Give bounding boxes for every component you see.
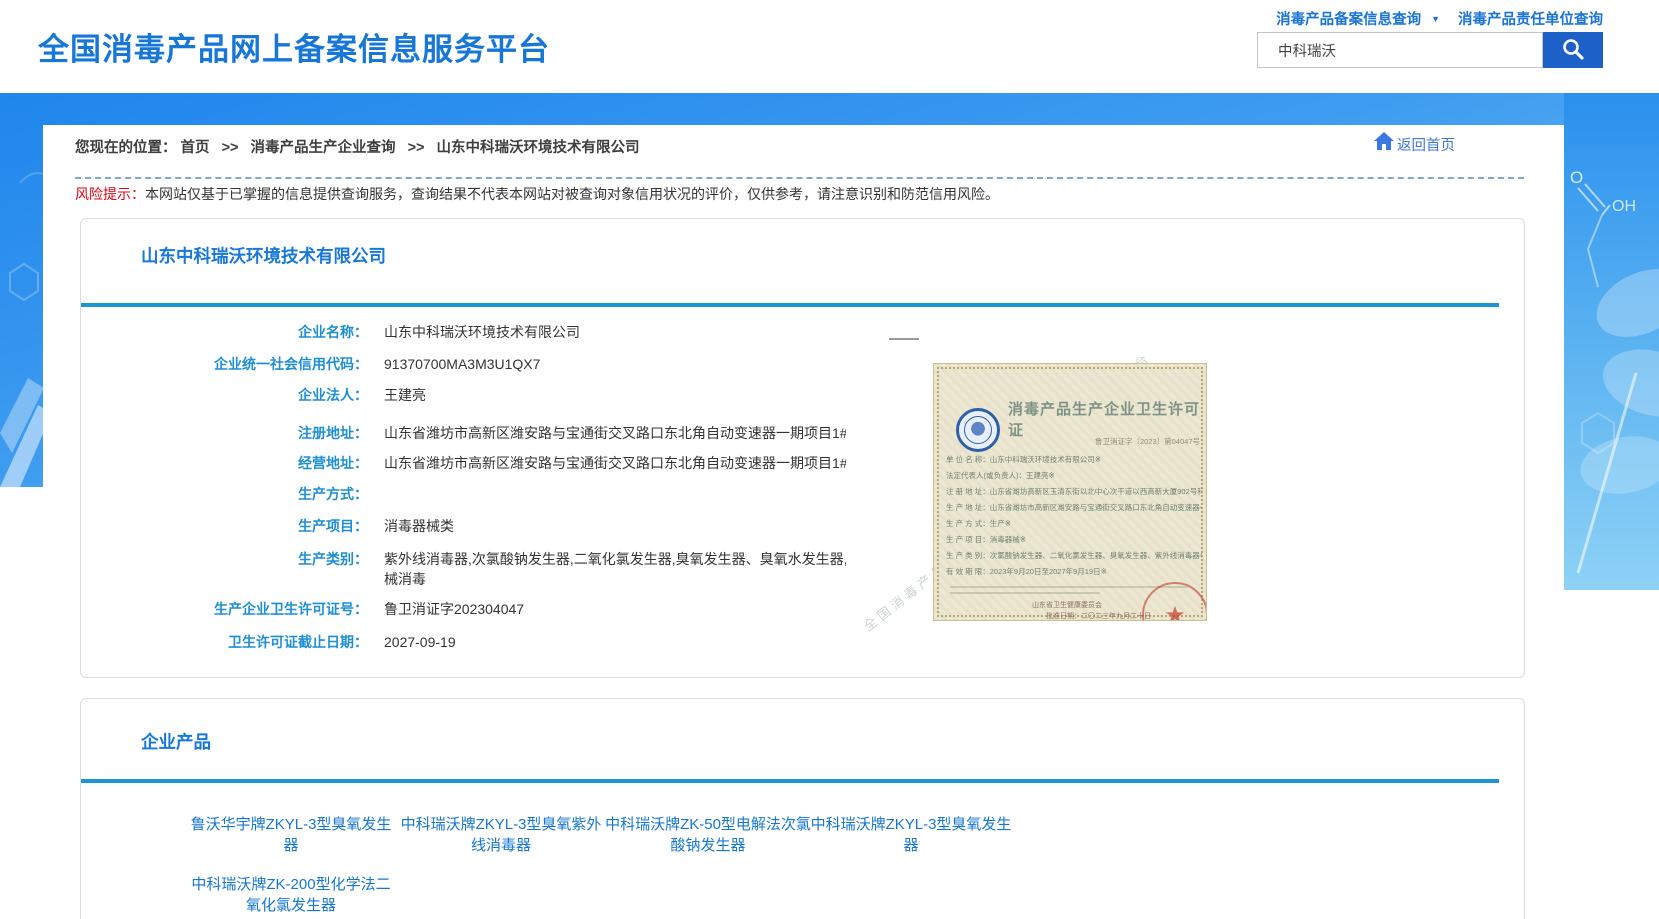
- product-link[interactable]: 中科瑞沃牌ZK-200型化学法二氧化氯发生器: [186, 874, 396, 916]
- home-icon: [1373, 131, 1395, 155]
- back-home-link[interactable]: 返回首页: [1373, 131, 1455, 155]
- certificate-line: 生 产 项 目：消毒器械※: [946, 532, 1202, 548]
- license-certificate-image: 全国消毒产品网上备案信息服务平台 全国消毒产品网上备案信息服务平台 消毒产品生产…: [846, 319, 1216, 626]
- field-label: 企业法人：: [128, 385, 368, 405]
- breadcrumb-current: 山东中科瑞沃环境技术有限公司: [437, 140, 640, 156]
- field-label: 经营地址：: [128, 453, 368, 473]
- product-link[interactable]: 鲁沃华宇牌ZKYL-3型臭氧发生器: [186, 814, 396, 856]
- breadcrumb-separator: >>: [222, 140, 239, 156]
- chevron-down-icon[interactable]: ▼: [1431, 14, 1440, 24]
- product-link[interactable]: 中科瑞沃牌ZKYL-3型臭氧发生器: [806, 814, 1016, 856]
- field-label: 卫生许可证截止日期：: [128, 632, 368, 652]
- field-label: 生产项目：: [128, 516, 368, 536]
- breadcrumb-home-link[interactable]: 首页: [181, 140, 210, 156]
- certificate-line: 注 册 地 址：山东省潍坊高新区玉清东街以北中心次干道以西高新大厦902号科研楼…: [946, 484, 1202, 500]
- svg-text:OH: OH: [1612, 198, 1636, 215]
- top-nav: 消毒产品备案信息查询 ▼ 消毒产品责任单位查询: [1276, 8, 1603, 29]
- nav-responsible-unit-query-link[interactable]: 消毒产品责任单位查询: [1458, 8, 1603, 29]
- field-label: 生产方式：: [128, 484, 368, 504]
- certificate-number: 鲁卫消证字〔2023〕第04047号: [1034, 436, 1200, 447]
- back-home-label: 返回首页: [1397, 134, 1455, 155]
- certificate-fine-print: [950, 586, 1188, 588]
- risk-notice: 风险提示：本网站仅基于已掌握的信息提供查询服务，查询结果不代表本网站对被查询对象…: [75, 184, 999, 204]
- title-underline: [81, 303, 1499, 307]
- certificate-line: 生 产 方 式：生产※: [946, 516, 1202, 532]
- search-input[interactable]: [1257, 32, 1543, 68]
- products-section-title: 企业产品: [141, 729, 211, 754]
- site-title: 全国消毒产品网上备案信息服务平台: [38, 24, 550, 69]
- field-label: 企业名称：: [128, 322, 368, 342]
- certificate-fine-print: [950, 592, 1100, 594]
- company-info-card: 山东中科瑞沃环境技术有限公司 企业名称： 山东中科瑞沃环境技术有限公司 企业统一…: [80, 218, 1525, 678]
- field-label: 生产类别：: [128, 549, 368, 589]
- field-value: 山东中科瑞沃环境技术有限公司: [384, 322, 580, 342]
- field-row-license-expiry: 卫生许可证截止日期： 2027-09-19: [128, 632, 1028, 652]
- field-value: 山东省潍坊市高新区潍安路与宝通街交叉路口东北角自动变速器一期项目1#厂房: [384, 453, 876, 473]
- breadcrumb-query-link[interactable]: 消毒产品生产企业查询: [251, 140, 396, 156]
- breadcrumb-prefix: 您现在的位置：: [75, 140, 177, 156]
- company-name-title: 山东中科瑞沃环境技术有限公司: [141, 243, 386, 268]
- certificate-issue-date: 批准日期：二〇二三年九月二十日: [1046, 611, 1151, 621]
- banner-right-background: O OH: [1564, 93, 1659, 590]
- certificate-line: 生 产 类 别：次氯酸钠发生器、二氧化氯发生器、臭氧发生器、紫外线消毒器※: [946, 548, 1202, 564]
- title-underline: [81, 779, 1499, 783]
- breadcrumb: 您现在的位置： 首页 >> 消毒产品生产企业查询 >> 山东中科瑞沃环境技术有限…: [75, 136, 640, 157]
- certificate-line: 有 效 期 限：2023年9月20日至2027年9月19日※: [946, 564, 1202, 580]
- scan-artifact-dash: [889, 338, 919, 340]
- product-link[interactable]: 中科瑞沃牌ZKYL-3型臭氧紫外线消毒器: [396, 814, 606, 856]
- page: 全国消毒产品网上备案信息服务平台 消毒产品备案信息查询 ▼ 消毒产品责任单位查询…: [0, 0, 1659, 919]
- certificate-title: 消毒产品生产企业卫生许可证: [1008, 398, 1204, 440]
- dashed-divider: [75, 177, 1524, 179]
- health-emblem-icon: [956, 408, 1000, 452]
- company-products-card: 企业产品 鲁沃华宇牌ZKYL-3型臭氧发生器 中科瑞沃牌ZKYL-3型臭氧紫外线…: [80, 698, 1525, 919]
- field-value: 山东省潍坊市高新区潍安路与宝通街交叉路口东北角自动变速器一期项目1#厂房: [384, 423, 876, 443]
- risk-notice-text: 本网站仅基于已掌握的信息提供查询服务，查询结果不代表本网站对被查询对象信用状况的…: [145, 186, 999, 202]
- field-value: 鲁卫消证字202304047: [384, 599, 524, 619]
- search-icon: [1561, 37, 1585, 64]
- molecule-illustration: O OH: [1564, 93, 1659, 590]
- risk-notice-label: 风险提示：: [75, 186, 145, 202]
- field-value: 消毒器械类: [384, 516, 454, 536]
- field-label: 企业统一社会信用代码：: [128, 354, 368, 374]
- breadcrumb-separator: >>: [408, 140, 425, 156]
- field-value: 91370700MA3M3U1QX7: [384, 354, 540, 374]
- main-container: 您现在的位置： 首页 >> 消毒产品生产企业查询 >> 山东中科瑞沃环境技术有限…: [43, 125, 1564, 919]
- certificate-body: 单 位 名 称：山东中科瑞沃环境技术有限公司※ 法定代表人(或负责人)：王建亮※…: [946, 452, 1202, 580]
- field-label: 生产企业卫生许可证号：: [128, 599, 368, 619]
- search-button[interactable]: [1543, 32, 1603, 68]
- certificate-line: 法定代表人(或负责人)：王建亮※: [946, 468, 1202, 484]
- certificate-sheet: 消毒产品生产企业卫生许可证 鲁卫消证字〔2023〕第04047号 单 位 名 称…: [933, 363, 1207, 621]
- field-value: 2027-09-19: [384, 632, 456, 652]
- certificate-issuer: 山东省卫生健康委员会: [1032, 600, 1102, 610]
- certificate-line: 生 产 地 址：山东省潍坊市高新区潍安路与宝通街交叉路口东北角自动变速器一期项目…: [946, 500, 1202, 516]
- field-value: 紫外线消毒器,次氯酸钠发生器,二氧化氯发生器,臭氧发生器、臭氧水发生器,其他器械…: [384, 549, 899, 589]
- certificate-line: 单 位 名 称：山东中科瑞沃环境技术有限公司※: [946, 452, 1202, 468]
- field-label: 注册地址：: [128, 423, 368, 443]
- field-value: 王建亮: [384, 385, 426, 405]
- product-link[interactable]: 中科瑞沃牌ZK-50型电解法次氯酸钠发生器: [603, 814, 813, 856]
- svg-text:O: O: [1570, 168, 1583, 187]
- nav-filing-query-link[interactable]: 消毒产品备案信息查询: [1276, 8, 1421, 29]
